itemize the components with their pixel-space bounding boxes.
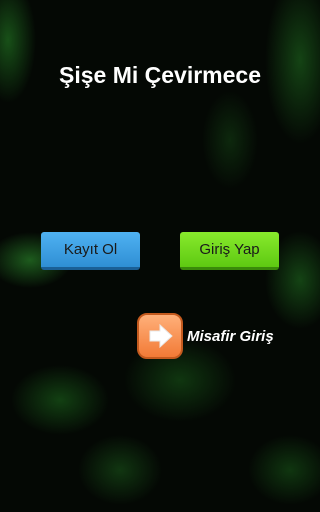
login-button-label: Giriş Yap bbox=[199, 241, 260, 258]
app-title: Şişe Mi Çevirmece bbox=[58, 62, 261, 88]
guest-login-label[interactable]: Misafir Giriş bbox=[187, 328, 274, 345]
register-button-label: Kayıt Ol bbox=[63, 241, 118, 258]
register-button[interactable]: Kayıt Ol bbox=[41, 232, 140, 270]
guest-login-button[interactable]: Misafir Giriş bbox=[137, 313, 274, 359]
arrow-right-icon[interactable] bbox=[137, 313, 183, 359]
login-button[interactable]: Giriş Yap bbox=[180, 232, 279, 270]
